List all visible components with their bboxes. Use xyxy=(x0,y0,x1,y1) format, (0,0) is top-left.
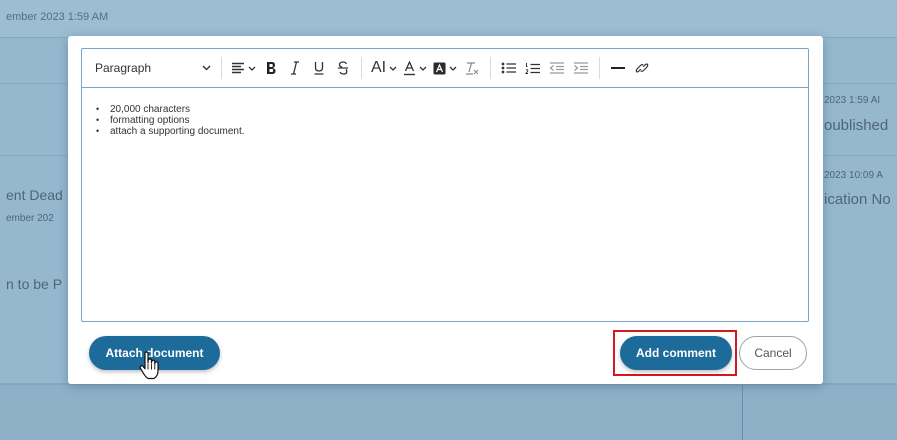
strikethrough-button[interactable] xyxy=(331,55,355,81)
bulleted-list-button[interactable] xyxy=(497,55,521,81)
align-button[interactable] xyxy=(228,55,259,81)
bullet-item: 20,000 characters xyxy=(96,104,808,115)
numbered-list-button[interactable] xyxy=(521,55,545,81)
bullet-item: formatting options xyxy=(96,115,808,126)
strikethrough-icon xyxy=(338,61,348,75)
chevron-down-icon xyxy=(449,66,457,71)
background-entry-subtitle: ember 202 xyxy=(6,213,54,224)
background-entry-title: n to be P xyxy=(6,276,63,292)
outdent-button[interactable] xyxy=(545,55,569,81)
font-size-icon: AI xyxy=(371,59,387,76)
italic-button[interactable] xyxy=(283,55,307,81)
indent-icon xyxy=(574,62,589,74)
chevron-down-icon xyxy=(202,65,211,71)
font-color-icon xyxy=(404,60,416,75)
bulleted-list-icon xyxy=(501,62,517,74)
horizontal-line-button[interactable] xyxy=(606,55,630,81)
bold-icon xyxy=(267,62,276,74)
underline-button[interactable] xyxy=(307,55,331,81)
chevron-down-icon xyxy=(419,66,427,71)
comment-dialog: Paragraph AI • 20,000 characters • forma… xyxy=(68,36,823,384)
horizontal-line-icon xyxy=(611,67,626,69)
background-footer xyxy=(0,384,897,440)
clear-formatting-icon xyxy=(466,62,479,75)
chevron-down-icon xyxy=(389,66,397,71)
italic-icon xyxy=(291,61,299,75)
bold-button[interactable] xyxy=(259,55,283,81)
background-entry-text: oublished xyxy=(824,117,889,134)
indent-button[interactable] xyxy=(569,55,593,81)
background-entry-timestamp: 2023 1:59 AI xyxy=(824,95,881,106)
rich-text-editor: Paragraph AI • 20,000 characters • forma… xyxy=(81,48,809,322)
background-entry-timestamp: 2023 10:09 A xyxy=(824,170,883,181)
background-divider xyxy=(742,385,743,440)
numbered-list-icon xyxy=(525,62,541,74)
link-icon xyxy=(635,63,649,73)
toolbar-divider xyxy=(599,57,601,79)
background-timestamp: ember 2023 1:59 AM xyxy=(6,11,109,23)
background-entry-text: ication No xyxy=(824,191,891,208)
toolbar-divider xyxy=(221,57,222,79)
align-left-icon xyxy=(232,62,244,74)
chevron-down-icon xyxy=(248,66,256,71)
add-comment-button[interactable]: Add comment xyxy=(620,336,732,370)
background-color-button[interactable] xyxy=(430,55,460,81)
outdent-icon xyxy=(549,62,565,74)
hand-pointer-icon xyxy=(139,351,159,380)
insert-link-button[interactable] xyxy=(630,55,654,81)
toolbar-divider xyxy=(490,57,492,79)
paragraph-style-select[interactable]: Paragraph xyxy=(93,55,215,81)
background-header: ember 2023 1:59 AM xyxy=(0,0,897,38)
font-size-button[interactable]: AI xyxy=(368,55,400,81)
highlight-color-icon xyxy=(433,62,446,74)
bullet-item: attach a supporting document. xyxy=(96,126,808,137)
cancel-button[interactable]: Cancel xyxy=(739,336,807,370)
background-entry-title: ent Dead xyxy=(6,187,63,203)
clear-formatting-button[interactable] xyxy=(460,55,484,81)
paragraph-style-value: Paragraph xyxy=(95,61,152,75)
editor-content[interactable]: 20,000 characters formatting options att… xyxy=(82,89,808,321)
editor-toolbar: Paragraph AI xyxy=(82,49,808,88)
underline-icon xyxy=(314,62,324,75)
font-color-button[interactable] xyxy=(400,55,430,81)
toolbar-divider xyxy=(361,57,362,79)
